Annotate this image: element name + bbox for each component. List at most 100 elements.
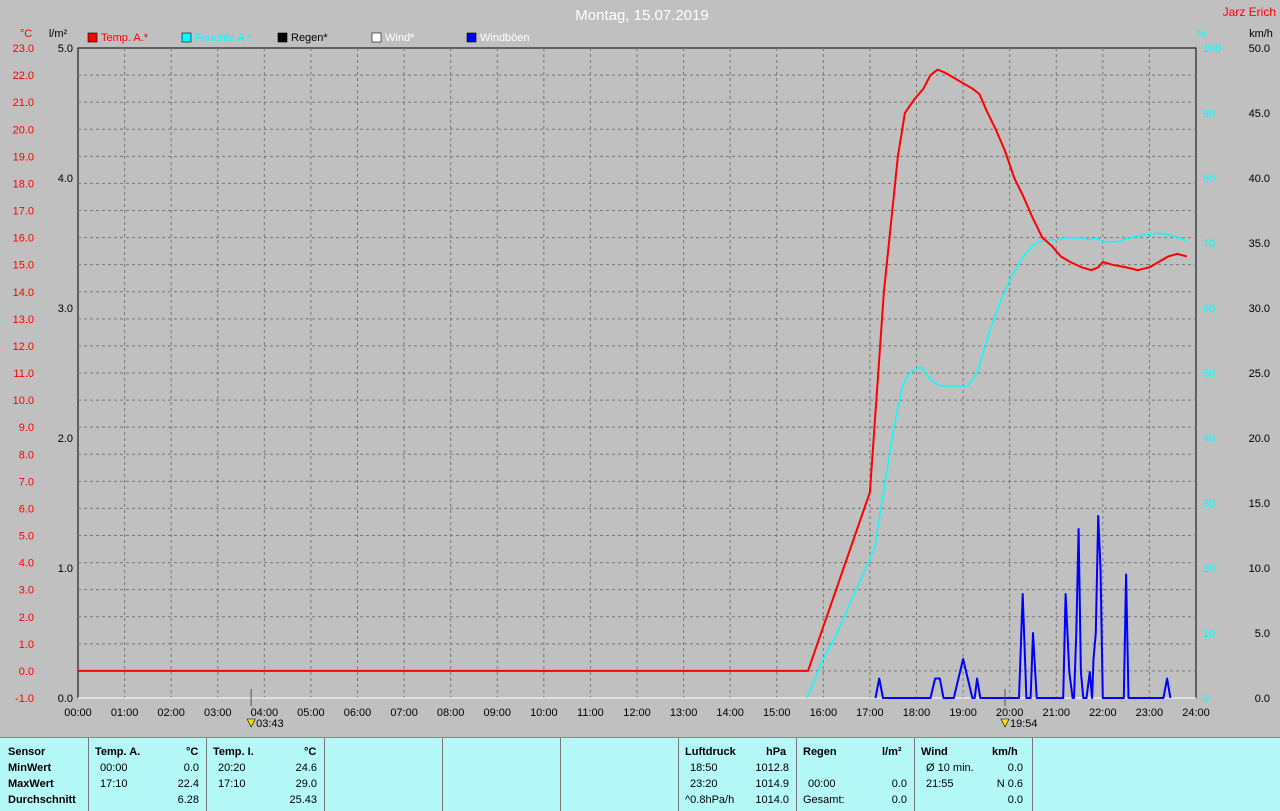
separator — [1032, 738, 1033, 811]
temp-tick-label: 3.0 — [19, 585, 34, 597]
legend-swatch-humidity — [181, 32, 192, 43]
time-tick-label: 14:00 — [716, 707, 744, 719]
pressure-min-value: 1012.8 — [755, 762, 789, 774]
temp-i-min-time: 20:20 — [218, 762, 246, 774]
humidity-tick-label: 20 — [1203, 563, 1215, 575]
temp-a-max-time: 17:10 — [100, 778, 128, 790]
time-tick-label: 08:00 — [437, 707, 465, 719]
sunset-time-label: 19:54 — [1010, 718, 1038, 730]
temp-tick-label: -1.0 — [15, 693, 34, 705]
time-tick-label: 00:00 — [64, 707, 92, 719]
rain-unit: l/m² — [882, 746, 902, 758]
sensor-header: Sensor — [8, 746, 46, 758]
time-tick-label: 13:00 — [670, 707, 698, 719]
temp-tick-label: 9.0 — [19, 422, 34, 434]
rain-tick-label: 1.0 — [58, 563, 73, 575]
wind-tick-label: 15.0 — [1249, 498, 1270, 510]
pressure-header: Luftdruck — [685, 746, 736, 758]
minwert-label: MinWert — [8, 762, 52, 774]
pressure-min-time: 18:50 — [690, 762, 718, 774]
temp-tick-label: 20.0 — [13, 124, 34, 136]
separator — [678, 738, 679, 811]
time-tick-label: 10:00 — [530, 707, 558, 719]
legend-item-humidity: Feuchte A.* — [181, 32, 253, 44]
temp-a-min-time: 00:00 — [100, 762, 128, 774]
legend-label-temp: Temp. A.* — [101, 32, 149, 44]
statistics-panel: Sensor MinWert MaxWert Durchschnitt Temp… — [0, 737, 1280, 811]
legend-item-rain: Regen* — [277, 32, 328, 44]
legend-label-humidity: Feuchte A.* — [195, 32, 253, 44]
rain-tick-label: 5.0 — [58, 43, 73, 55]
legend-swatch-rain — [277, 32, 288, 43]
rain-tick-label: 4.0 — [58, 173, 73, 185]
temp-tick-label: 0.0 — [19, 666, 34, 678]
temp-tick-label: 12.0 — [13, 341, 34, 353]
humidity-tick-label: 30 — [1203, 498, 1215, 510]
time-tick-label: 23:00 — [1136, 707, 1164, 719]
humidity-tick-label: 40 — [1203, 433, 1215, 445]
temp-a-average: 6.28 — [177, 794, 199, 806]
wind-tick-label: 30.0 — [1249, 303, 1270, 315]
rain-max-time: 00:00 — [808, 778, 836, 790]
sunrise-icon — [246, 718, 256, 728]
sunrise-time-label: 03:43 — [256, 718, 284, 730]
pressure-trend-label: ^0.8hPa/h — [685, 794, 735, 806]
temp-tick-label: 11.0 — [13, 368, 34, 380]
rain-unit-label: l/m² — [49, 28, 68, 40]
time-tick-label: 11:00 — [577, 707, 604, 719]
chart-title: Montag, 15.07.2019 — [575, 7, 708, 24]
wind-tick-label: 45.0 — [1249, 108, 1270, 120]
wind-average: 0.0 — [1007, 794, 1023, 806]
temp-a-max-value: 22.4 — [177, 778, 199, 790]
pressure-max-value: 1014.9 — [755, 778, 789, 790]
wind-tick-label: 25.0 — [1249, 368, 1270, 380]
rain-tick-label: 0.0 — [58, 693, 73, 705]
separator — [914, 738, 915, 811]
wind-tick-label: 0.0 — [1255, 693, 1270, 705]
pressure-max-time: 23:20 — [690, 778, 718, 790]
wind-tick-label: 50.0 — [1249, 43, 1270, 55]
time-tick-label: 17:00 — [856, 707, 884, 719]
humidity-tick-label: 50 — [1203, 368, 1215, 380]
hum-unit-label: % — [1196, 28, 1206, 40]
temp-tick-label: 6.0 — [19, 503, 34, 515]
temp-tick-label: 2.0 — [19, 612, 34, 624]
separator — [324, 738, 325, 811]
wind-tick-label: 35.0 — [1249, 238, 1270, 250]
humidity-tick-label: 0 — [1203, 693, 1209, 705]
pressure-average: 1014.0 — [755, 794, 789, 806]
temp-tick-label: 4.0 — [19, 558, 34, 570]
time-tick-label: 12:00 — [623, 707, 651, 719]
temp-a-min-value: 0.0 — [183, 762, 199, 774]
separator — [560, 738, 561, 811]
temp-tick-label: 18.0 — [13, 178, 34, 190]
temp-tick-label: 10.0 — [13, 395, 34, 407]
time-tick-label: 02:00 — [157, 707, 185, 719]
rain-total-label: Gesamt: — [803, 794, 845, 806]
pressure-unit: hPa — [766, 746, 787, 758]
sunset-icon — [1000, 718, 1010, 728]
maxwert-label: MaxWert — [8, 778, 54, 790]
separator — [442, 738, 443, 811]
legend: Temp. A.* Feuchte A.* Regen* Wind* Windb… — [87, 32, 530, 44]
rain-tick-label: 2.0 — [58, 433, 73, 445]
temp-tick-label: 5.0 — [19, 531, 34, 543]
temp-tick-label: 23.0 — [13, 43, 34, 55]
time-tick-label: 03:00 — [204, 707, 232, 719]
temp-i-min-value: 24.6 — [295, 762, 317, 774]
temp-tick-label: 17.0 — [13, 206, 34, 218]
legend-label-wind: Wind* — [385, 32, 415, 44]
time-tick-label: 09:00 — [483, 707, 511, 719]
humidity-tick-label: 70 — [1203, 238, 1215, 250]
separator — [206, 738, 207, 811]
legend-item-temp: Temp. A.* — [87, 32, 149, 44]
wind-max-time: 21:55 — [926, 778, 954, 790]
temp-unit-label: °C — [20, 28, 32, 40]
temp-tick-label: 16.0 — [13, 233, 34, 245]
wind-avg10-value: 0.0 — [1007, 762, 1023, 774]
temp-tick-label: 21.0 — [13, 97, 34, 109]
time-tick-label: 01:00 — [111, 707, 139, 719]
legend-swatch-wind — [371, 32, 382, 43]
time-tick-label: 07:00 — [390, 707, 418, 719]
humidity-tick-label: 80 — [1203, 173, 1215, 185]
